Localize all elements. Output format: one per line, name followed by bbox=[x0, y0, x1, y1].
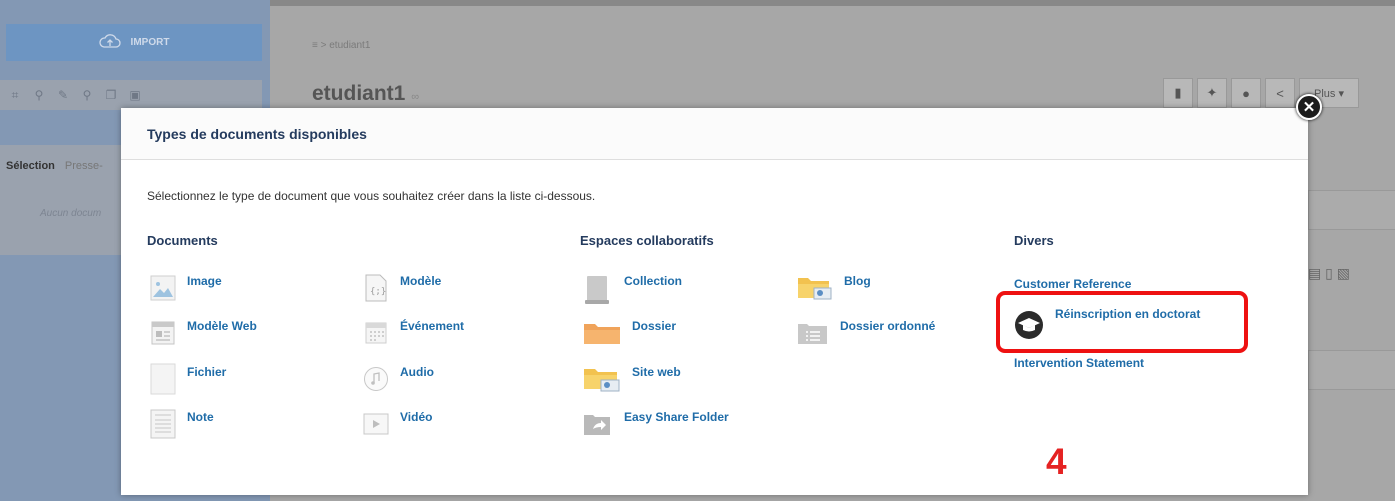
copy-icon[interactable]: ❐ bbox=[104, 88, 118, 102]
document-toolbar: ▮ ✦ ● < Plus ▾ bbox=[1163, 78, 1359, 108]
pencil-icon[interactable]: ✎ bbox=[56, 88, 70, 102]
share-folder-icon bbox=[583, 411, 613, 437]
doc-type-note[interactable]: Note bbox=[150, 409, 214, 439]
doc-type-intervention-statement[interactable]: Intervention Statement bbox=[1014, 356, 1144, 370]
svg-text:{;}: {;} bbox=[370, 287, 386, 297]
clock-icon[interactable]: ● bbox=[1231, 78, 1261, 108]
doc-type-event[interactable]: Événement bbox=[363, 320, 464, 346]
empty-selection-text: Aucun docum bbox=[40, 208, 102, 219]
search-icon[interactable]: ⚲ bbox=[32, 88, 46, 102]
doc-type-label: Modèle bbox=[400, 274, 442, 288]
right-panel-icons: ▤ ▯ ▧ bbox=[1308, 265, 1350, 281]
modal-header: Types de documents disponibles bbox=[121, 108, 1308, 160]
doc-type-label: Événement bbox=[400, 319, 465, 333]
pin-icon[interactable]: ⚲ bbox=[80, 88, 94, 102]
page-title-text: etudiant1 bbox=[312, 82, 406, 105]
doc-type-label: Audio bbox=[400, 365, 434, 379]
blog-folder-icon bbox=[797, 275, 833, 301]
doc-type-customer-reference[interactable]: Customer Reference bbox=[1014, 277, 1131, 291]
collection-icon bbox=[583, 275, 613, 305]
file-icon bbox=[150, 363, 176, 395]
doc-type-ordered-folder[interactable]: Dossier ordonné bbox=[797, 320, 935, 346]
crop-icon[interactable]: ⌗ bbox=[8, 88, 22, 102]
audio-icon bbox=[363, 366, 389, 392]
doc-type-audio[interactable]: Audio bbox=[363, 366, 434, 392]
right-panel-box bbox=[1308, 350, 1395, 390]
doc-type-web-template[interactable]: Modèle Web bbox=[150, 320, 257, 346]
template-icon: {;} bbox=[363, 274, 389, 302]
breadcrumb[interactable]: ≡ > etudiant1 bbox=[312, 40, 370, 51]
highlight-box bbox=[996, 291, 1248, 353]
doc-type-blog[interactable]: Blog bbox=[797, 275, 871, 301]
doc-type-folder[interactable]: Dossier bbox=[583, 320, 676, 346]
import-label: IMPORT bbox=[130, 37, 170, 48]
image-icon bbox=[150, 275, 176, 301]
heading-espaces-collaboratifs: Espaces collaboratifs bbox=[580, 233, 714, 248]
doc-type-label: Site web bbox=[632, 365, 681, 379]
book-icon[interactable]: ▮ bbox=[1163, 78, 1193, 108]
doc-type-collection[interactable]: Collection bbox=[583, 275, 682, 305]
doc-type-image[interactable]: Image bbox=[150, 275, 222, 301]
video-icon bbox=[363, 411, 389, 437]
left-tabs: Sélection Presse- bbox=[6, 160, 103, 172]
doc-type-label: Fichier bbox=[187, 365, 227, 379]
cloud-upload-icon bbox=[98, 33, 121, 52]
doc-type-label: Dossier ordonné bbox=[840, 319, 936, 333]
import-button[interactable]: IMPORT bbox=[6, 24, 262, 61]
top-border bbox=[270, 0, 1395, 6]
doc-type-file[interactable]: Fichier bbox=[150, 363, 227, 395]
doc-type-label: Modèle Web bbox=[187, 319, 257, 333]
doc-type-label: Note bbox=[187, 410, 214, 424]
tab-selection[interactable]: Sélection bbox=[6, 160, 55, 172]
heading-documents: Documents bbox=[147, 233, 218, 248]
website-folder-icon bbox=[583, 366, 621, 392]
doc-type-label: Dossier bbox=[632, 319, 677, 333]
page-title: etudiant1 ∞ bbox=[312, 82, 419, 106]
doc-type-template[interactable]: {;} Modèle bbox=[363, 274, 442, 302]
modal-title: Types de documents disponibles bbox=[147, 125, 367, 142]
calendar-icon bbox=[363, 320, 389, 346]
close-icon[interactable]: ✕ bbox=[1296, 94, 1322, 120]
step-number: 4 bbox=[1046, 441, 1067, 482]
doc-type-video[interactable]: Vidéo bbox=[363, 411, 432, 437]
doc-type-label: Collection bbox=[624, 274, 683, 288]
note-icon bbox=[150, 409, 176, 439]
heading-divers: Divers bbox=[1014, 233, 1054, 248]
doc-type-easy-share-folder[interactable]: Easy Share Folder bbox=[583, 411, 729, 437]
web-template-icon bbox=[150, 320, 176, 346]
doc-type-label: Vidéo bbox=[400, 410, 433, 424]
share-icon[interactable]: < bbox=[1265, 78, 1295, 108]
left-toolbar: ⌗ ⚲ ✎ ⚲ ❐ ▣ bbox=[0, 80, 262, 110]
doc-type-website[interactable]: Site web bbox=[583, 366, 681, 392]
permalink-icon[interactable]: ∞ bbox=[411, 91, 419, 103]
right-panel-box bbox=[1308, 190, 1395, 230]
pin-icon[interactable]: ✦ bbox=[1197, 78, 1227, 108]
tab-clipboard[interactable]: Presse- bbox=[65, 160, 103, 172]
doc-type-label: Image bbox=[187, 274, 222, 288]
doc-type-label: Blog bbox=[844, 274, 871, 288]
add-icon[interactable]: ▣ bbox=[128, 88, 142, 102]
doc-type-label: Easy Share Folder bbox=[624, 410, 729, 424]
folder-icon bbox=[583, 320, 621, 346]
ordered-folder-icon bbox=[797, 320, 829, 346]
modal-instruction: Sélectionnez le type de document que vou… bbox=[147, 189, 596, 203]
